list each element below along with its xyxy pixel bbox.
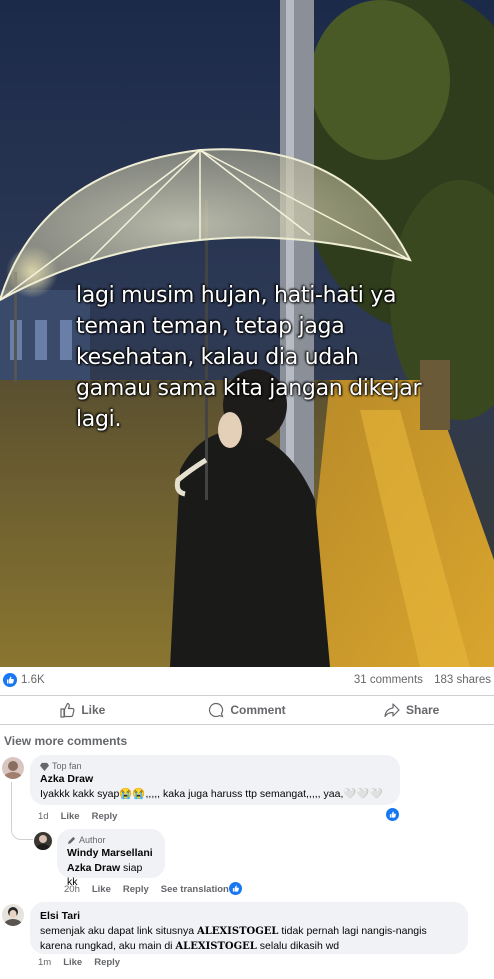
avatar[interactable] bbox=[34, 832, 52, 850]
comment-text: Iyakkk kakk syap😭😭,,,,, kaka juga haruss… bbox=[40, 788, 383, 800]
comment-reply-link[interactable]: Reply bbox=[123, 884, 149, 895]
comment-bubble-icon bbox=[209, 702, 224, 718]
like-button[interactable]: Like bbox=[0, 696, 165, 724]
like-reaction-icon bbox=[3, 673, 17, 687]
see-translation-link[interactable]: See translation bbox=[161, 884, 229, 895]
comment-time[interactable]: 1d bbox=[38, 811, 49, 822]
comment-like-reaction-icon[interactable] bbox=[229, 882, 242, 895]
comment-like-link[interactable]: Like bbox=[63, 957, 82, 968]
comment-author[interactable]: Azka Draw bbox=[40, 773, 390, 785]
comment-label: Comment bbox=[230, 703, 286, 717]
pen-icon bbox=[67, 836, 76, 844]
comment-author[interactable]: Elsi Tari bbox=[40, 910, 458, 922]
comment-text: semenjak aku dapat link situsnya ALEXIST… bbox=[40, 925, 427, 952]
comment-button[interactable]: Comment bbox=[165, 696, 330, 724]
comment-meta: 20h Like Reply See translation bbox=[64, 884, 241, 895]
comment-like-link[interactable]: Like bbox=[61, 811, 80, 822]
post-stats: 1.6K 31 comments 183 shares bbox=[0, 670, 494, 692]
author-badge: Author bbox=[67, 835, 155, 845]
avatar[interactable] bbox=[2, 904, 24, 926]
reactions-count: 1.6K bbox=[21, 674, 45, 686]
reactions-summary[interactable]: 1.6K bbox=[3, 673, 45, 687]
diamond-icon bbox=[40, 762, 49, 771]
mention-link[interactable]: Azka Draw bbox=[67, 862, 120, 874]
comment-meta: 1d Like Reply bbox=[38, 811, 129, 822]
brand-name: ALEXISTOGEL bbox=[175, 941, 257, 952]
top-fan-badge: Top fan bbox=[40, 761, 390, 771]
share-arrow-icon bbox=[384, 703, 400, 718]
comment-time[interactable]: 20h bbox=[64, 884, 80, 895]
post-photo[interactable]: lagi musim hujan, hati-hati ya teman tem… bbox=[0, 0, 494, 667]
reply-bubble: Author Windy Marsellani Azka Draw siap k… bbox=[57, 829, 165, 888]
post-caption: lagi musim hujan, hati-hati ya teman tem… bbox=[76, 283, 422, 432]
comment-time[interactable]: 1m bbox=[38, 957, 51, 968]
comments-count[interactable]: 31 comments bbox=[354, 674, 423, 686]
shares-count[interactable]: 183 shares bbox=[434, 674, 491, 686]
comment-like-reaction-icon[interactable] bbox=[386, 808, 399, 821]
comment-bubble: Top fan Azka Draw Iyakkk kakk syap😭😭,,,,… bbox=[30, 755, 400, 805]
comment-meta: 1m Like Reply bbox=[38, 957, 132, 968]
thumbs-up-icon bbox=[60, 702, 75, 718]
brand-name: ALEXISTOGEL bbox=[197, 926, 279, 937]
comment-reply-link[interactable]: Reply bbox=[94, 957, 120, 968]
comment-reply-link[interactable]: Reply bbox=[92, 811, 118, 822]
view-more-comments-link[interactable]: View more comments bbox=[4, 734, 127, 748]
share-button[interactable]: Share bbox=[329, 696, 494, 724]
avatar[interactable] bbox=[2, 757, 24, 779]
comment-like-link[interactable]: Like bbox=[92, 884, 111, 895]
comment-author[interactable]: Windy Marsellani bbox=[67, 847, 155, 859]
like-label: Like bbox=[81, 703, 106, 717]
share-label: Share bbox=[406, 703, 440, 717]
post-actions: Like Comment Share bbox=[0, 695, 494, 725]
comment-bubble: Elsi Tari semenjak aku dapat link situsn… bbox=[30, 902, 468, 954]
